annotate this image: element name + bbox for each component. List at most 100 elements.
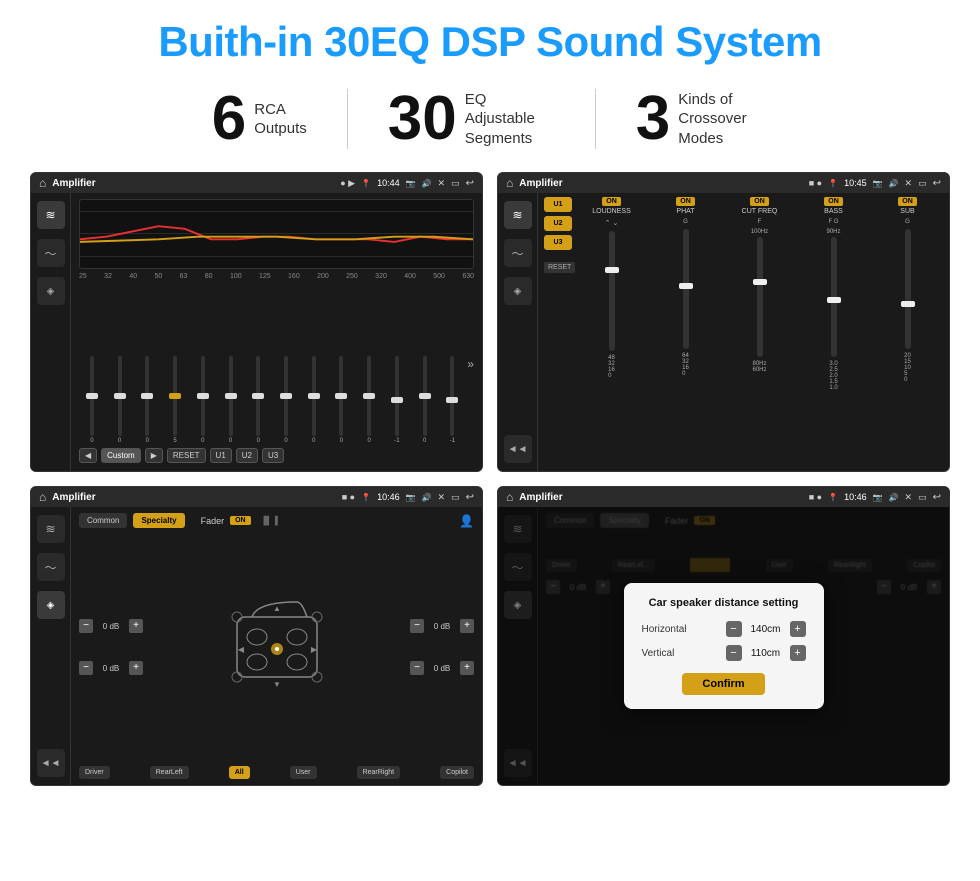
vertical-minus[interactable]: −	[726, 645, 742, 661]
f-vol-btn[interactable]: ◄◄	[37, 749, 65, 777]
eq-curve-svg	[80, 200, 473, 269]
on-sub[interactable]: ON	[898, 197, 917, 206]
eq-thumb-11[interactable]	[391, 397, 403, 403]
preset-u2[interactable]: U2	[544, 216, 572, 231]
sub-slider[interactable]	[905, 229, 911, 349]
phat-slider[interactable]	[683, 229, 689, 349]
rr-plus[interactable]: +	[460, 661, 474, 675]
common-mode-btn[interactable]: Common	[79, 513, 127, 528]
eq-thumb-4[interactable]	[197, 393, 209, 399]
wave-btn[interactable]	[37, 239, 65, 267]
loudness-thumb[interactable]	[605, 267, 619, 273]
home-icon-2[interactable]	[506, 176, 513, 190]
car-svg: ▲ ▼ ◀ ▶	[217, 587, 337, 707]
on-loudness[interactable]: ON	[602, 197, 621, 206]
fr-minus[interactable]: −	[410, 619, 424, 633]
rl-minus[interactable]: −	[79, 661, 93, 675]
eq-thumb-8[interactable]	[308, 393, 320, 399]
xover-spk-icon	[514, 286, 522, 297]
horizontal-row: Horizontal − 140cm +	[642, 621, 806, 637]
page-wrapper: Buith-in 30EQ DSP Sound System 6 RCAOutp…	[0, 0, 980, 806]
horizontal-value: 140cm	[746, 624, 786, 635]
on-bass[interactable]: ON	[824, 197, 843, 206]
eq-btn[interactable]	[37, 201, 65, 229]
specialty-mode-btn[interactable]: Specialty	[133, 513, 184, 528]
xover-eq-btn[interactable]	[504, 201, 532, 229]
back-icon-4[interactable]	[933, 492, 941, 503]
prev-btn[interactable]: ◀	[79, 448, 97, 463]
xover-reset-btn[interactable]: RESET	[544, 262, 575, 273]
eq-thumb-1[interactable]	[114, 393, 126, 399]
horizontal-plus[interactable]: +	[790, 621, 806, 637]
all-btn[interactable]: All	[229, 766, 250, 779]
f-eq-btn[interactable]	[37, 515, 65, 543]
window-icon-3: ▭	[451, 492, 460, 503]
home-icon-3[interactable]	[39, 490, 46, 504]
spk-btn[interactable]	[37, 277, 65, 305]
loudness-slider[interactable]	[609, 231, 615, 351]
horizontal-minus[interactable]: −	[726, 621, 742, 637]
f-spk-btn[interactable]	[37, 591, 65, 619]
eq-thumb-5[interactable]	[225, 393, 237, 399]
fader-on-badge[interactable]: ON	[230, 516, 251, 525]
bass-slider[interactable]	[831, 237, 837, 357]
rear-right-btn[interactable]: RearRight	[357, 766, 401, 779]
u2-btn[interactable]: U2	[236, 448, 258, 463]
fl-plus[interactable]: +	[129, 619, 143, 633]
svg-text:▼: ▼	[273, 680, 281, 689]
copilot-btn[interactable]: Copilot	[440, 766, 474, 779]
home-icon-4[interactable]	[506, 490, 513, 504]
phat-thumb[interactable]	[679, 283, 693, 289]
eq-thumb-3[interactable]	[169, 393, 181, 399]
fr-plus[interactable]: +	[460, 619, 474, 633]
right-level-controls: − 0 dB + − 0 dB +	[410, 619, 474, 675]
eq-thumb-2[interactable]	[141, 393, 153, 399]
back-icon-3[interactable]	[466, 492, 474, 503]
cutfreq-slider[interactable]	[757, 237, 763, 357]
driver-btn[interactable]: Driver	[79, 766, 110, 779]
reset-btn[interactable]: RESET	[167, 448, 206, 463]
confirm-button[interactable]: Confirm	[682, 673, 764, 695]
freq-50: 50	[154, 273, 162, 280]
label-cutfreq: CUT FREQ	[742, 208, 778, 215]
home-icon-1[interactable]	[39, 176, 46, 190]
back-icon-1[interactable]	[466, 178, 474, 189]
rear-left-btn[interactable]: RearLeft	[150, 766, 189, 779]
settings-icon[interactable]: 👤	[459, 514, 474, 528]
time-4: 10:46	[844, 492, 867, 502]
xover-wave-btn[interactable]	[504, 239, 532, 267]
user-btn[interactable]: User	[290, 766, 317, 779]
f-wave-btn[interactable]	[37, 553, 65, 581]
xover-vol-btn[interactable]: ◄◄	[504, 435, 532, 463]
rl-plus[interactable]: +	[129, 661, 143, 675]
fl-minus[interactable]: −	[79, 619, 93, 633]
u1-btn[interactable]: U1	[210, 448, 232, 463]
eq-thumb-6[interactable]	[252, 393, 264, 399]
eq-thumb-9[interactable]	[335, 393, 347, 399]
xover-spk-btn[interactable]	[504, 277, 532, 305]
bass-freq1: 90Hz	[826, 229, 840, 235]
vertical-plus[interactable]: +	[790, 645, 806, 661]
bass-thumb[interactable]	[827, 297, 841, 303]
eq-thumb-13[interactable]	[446, 397, 458, 403]
camera-icon-4	[873, 492, 883, 502]
u3-btn[interactable]: U3	[262, 448, 284, 463]
on-cutfreq[interactable]: ON	[750, 197, 769, 206]
sub-thumb[interactable]	[901, 301, 915, 307]
camera-icon-1	[406, 178, 416, 188]
eq-thumb-10[interactable]	[363, 393, 375, 399]
close-icon-4: ✕	[905, 492, 913, 503]
custom-btn[interactable]: Custom	[101, 448, 141, 463]
on-phat[interactable]: ON	[676, 197, 695, 206]
fl-db: 0 dB	[97, 622, 125, 631]
rr-minus[interactable]: −	[410, 661, 424, 675]
more-icon[interactable]: »	[467, 357, 474, 371]
play-btn[interactable]: ▶	[145, 448, 163, 463]
eq-thumb-12[interactable]	[419, 393, 431, 399]
eq-thumb-0[interactable]	[86, 393, 98, 399]
preset-u1[interactable]: U1	[544, 197, 572, 212]
cutfreq-thumb[interactable]	[753, 279, 767, 285]
preset-u3[interactable]: U3	[544, 235, 572, 250]
back-icon-2[interactable]	[933, 178, 941, 189]
eq-thumb-7[interactable]	[280, 393, 292, 399]
